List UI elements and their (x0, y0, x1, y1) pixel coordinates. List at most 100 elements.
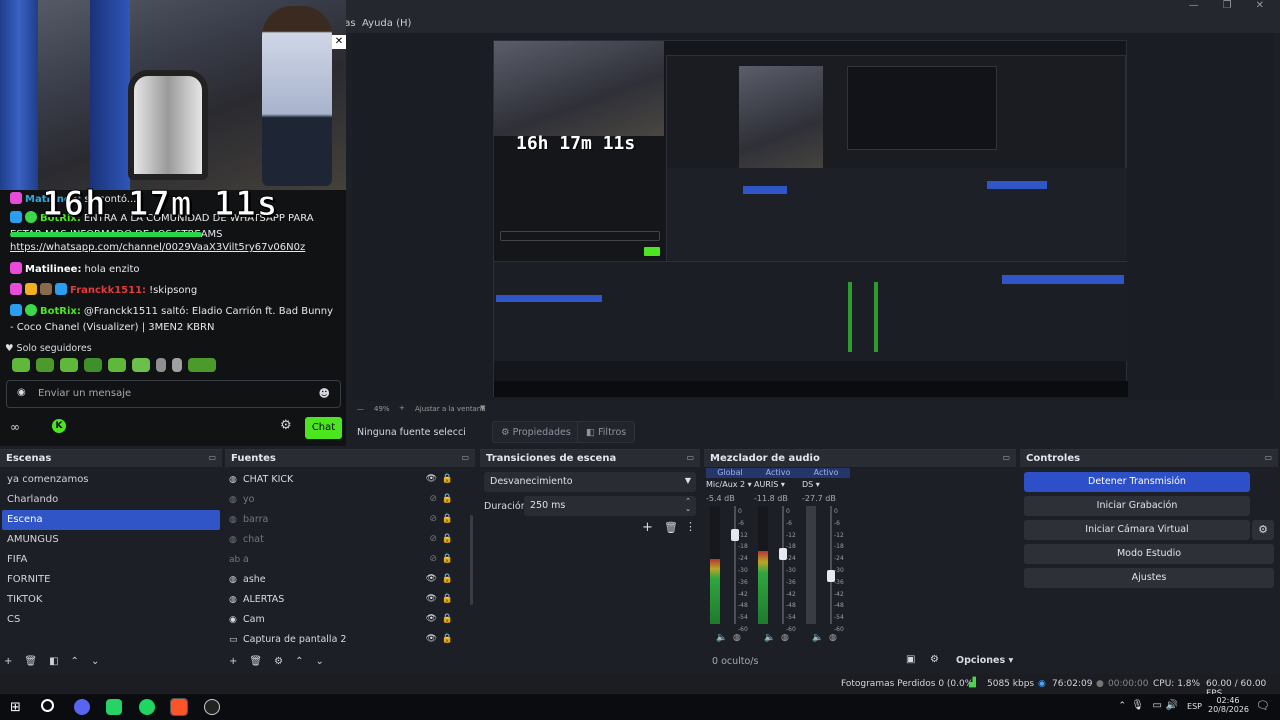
lock-icon[interactable]: 🔒 (442, 494, 453, 504)
emote-bar[interactable] (12, 358, 216, 372)
popout-icon[interactable]: ▭ (1264, 453, 1272, 462)
minimize-icon[interactable]: — (1189, 0, 1199, 14)
search-icon[interactable] (41, 699, 54, 712)
chevron-down-icon[interactable]: ⌄ (91, 656, 99, 667)
volume-fader[interactable] (779, 506, 787, 624)
eye-off-icon[interactable]: ⊘ (429, 494, 437, 504)
close-icon[interactable]: ✕ (332, 35, 346, 49)
source-item[interactable]: ◍ yo ⊘ 🔒 (229, 490, 459, 510)
lock-icon[interactable]: 🔒 (442, 474, 453, 484)
chevron-up-icon[interactable]: ⌃ (295, 656, 303, 667)
language[interactable]: ESP (1187, 702, 1202, 711)
source-item[interactable]: ◍ ashe 👁 🔒 (229, 570, 459, 590)
eye-icon[interactable]: 👁 (426, 614, 437, 624)
layout-icon[interactable]: ▣ (906, 654, 915, 665)
scene-item[interactable]: FIFA (2, 550, 220, 570)
volume-fader[interactable] (731, 506, 739, 624)
add-icon[interactable]: + (229, 656, 237, 667)
smiley-icon[interactable]: ☻ (319, 387, 330, 400)
chat-link[interactable]: https://whatsapp.com/channel/0029VaaX3Vi… (10, 240, 338, 256)
source-item[interactable]: ◍ ALERTAS 👁 🔒 (229, 590, 459, 610)
fit-window-select[interactable]: Ajustar a la ventana (415, 405, 486, 413)
eye-off-icon[interactable]: ⊘ (429, 534, 437, 544)
monitor-icon[interactable]: ◍ (829, 633, 837, 643)
lock-icon[interactable]: 🔒 (442, 514, 453, 524)
start-virtual-camera-button[interactable]: Iniciar Cámara Virtual (1024, 520, 1250, 540)
lock-icon[interactable]: 🔒 (442, 634, 453, 644)
eye-off-icon[interactable]: ⊘ (429, 554, 437, 564)
speaker-muted-icon[interactable]: 🔈 (812, 633, 823, 643)
zoom-in-icon[interactable]: + (399, 404, 405, 412)
scrollbar[interactable] (470, 515, 473, 605)
settings-button[interactable]: Ajustes (1024, 568, 1274, 588)
start-recording-button[interactable]: Iniciar Grabación (1024, 496, 1250, 516)
scene-item[interactable]: FORNITE (2, 570, 220, 590)
source-item[interactable]: ab a ⊘ 🔒 (229, 550, 459, 570)
gear-icon[interactable]: ⚙ (280, 418, 292, 433)
speaker-icon[interactable]: 🔈 (764, 633, 775, 643)
more-options-icon[interactable]: ⋮ (685, 520, 696, 533)
network-icon[interactable]: ▭ (1153, 700, 1162, 711)
monitor-icon[interactable]: ◍ (733, 633, 741, 643)
source-item[interactable]: ◍ chat ⊘ 🔒 (229, 530, 459, 550)
lock-icon[interactable]: 🔒 (442, 614, 453, 624)
spin-arrows-icon[interactable]: ⌃ ⌄ (685, 497, 691, 513)
stop-stream-button[interactable]: Detener Transmisión (1024, 472, 1250, 492)
eye-icon[interactable]: 👁 (426, 474, 437, 484)
studio-mode-button[interactable]: Modo Estudio (1024, 544, 1274, 564)
eye-off-icon[interactable]: ⊘ (429, 514, 437, 524)
zoom-out-icon[interactable]: — (357, 405, 364, 413)
eye-icon[interactable]: 👁 (426, 634, 437, 644)
source-item[interactable]: ◍ barra ⊘ 🔒 (229, 510, 459, 530)
eye-icon[interactable]: 👁 (426, 594, 437, 604)
gear-icon[interactable]: ⚙ (274, 656, 283, 667)
volume-icon[interactable]: 🔊 (1166, 700, 1178, 711)
chevron-down-icon[interactable]: ▼ (480, 404, 485, 412)
duration-spinbox[interactable]: 250 ms ⌃ ⌄ (524, 496, 696, 516)
obs-icon[interactable] (204, 699, 220, 715)
volume-fader[interactable] (827, 506, 835, 624)
discord-icon[interactable] (74, 699, 90, 715)
monitor-icon[interactable]: ◍ (781, 633, 789, 643)
popout-icon[interactable]: ▭ (461, 453, 469, 462)
vcam-settings-button[interactable]: ⚙ (1252, 520, 1274, 540)
clock[interactable]: 02:46 20/8/2026 (1208, 696, 1249, 714)
close-icon[interactable]: ✕ (1256, 0, 1264, 14)
chat-input[interactable]: ◉ Enviar un mensaje ☻ (6, 380, 341, 408)
mic-icon[interactable]: 🎙 (1131, 700, 1144, 711)
source-item[interactable]: ▭ Captura de pantalla 2 👁 🔒 (229, 630, 459, 650)
chat-send-button[interactable]: Chat (305, 417, 342, 439)
lock-icon[interactable]: 🔒 (442, 554, 453, 564)
filters-button[interactable]: ◧ Filtros (577, 421, 636, 443)
lock-icon[interactable]: 🔒 (442, 574, 453, 584)
popout-icon[interactable]: ▭ (208, 453, 216, 462)
maximize-icon[interactable]: ❐ (1223, 0, 1232, 14)
trash-icon[interactable]: 🗑 (249, 656, 262, 667)
scene-item[interactable]: Charlando (2, 490, 220, 510)
spotify-icon[interactable] (139, 699, 155, 715)
whatsapp-icon[interactable] (106, 699, 122, 715)
scene-item[interactable]: Escena (2, 510, 220, 530)
notifications-icon[interactable]: 🗨 (1256, 699, 1270, 712)
menu-ayuda[interactable]: Ayuda (H) (362, 18, 411, 29)
advanced-audio-icon[interactable]: ⚙ (930, 654, 939, 665)
source-item[interactable]: ◍ CHAT KICK 👁 🔒 (229, 470, 459, 490)
emoji-picker-icon[interactable]: ◉ (17, 387, 26, 398)
windows-start-icon[interactable]: ⊞ (10, 700, 21, 715)
channel-name[interactable]: DS ▾ (802, 480, 850, 492)
channel-name[interactable]: AURIS ▾ (754, 480, 802, 492)
mixer-options-button[interactable]: Opciones ▾ (956, 655, 1013, 666)
brave-icon[interactable] (170, 698, 188, 716)
tray-up-icon[interactable]: ⌃ (1118, 701, 1126, 711)
source-item[interactable]: ◉ Cam 👁 🔒 (229, 610, 459, 630)
popout-icon[interactable]: ▭ (1002, 453, 1010, 462)
scene-item[interactable]: TIKTOK (2, 590, 220, 610)
transition-select[interactable]: Desvanecimiento ▼ (484, 472, 696, 492)
chevron-down-icon[interactable]: ⌄ (315, 656, 323, 667)
lock-icon[interactable]: 🔒 (442, 534, 453, 544)
popout-icon[interactable]: ▭ (686, 453, 694, 462)
add-icon[interactable]: + (642, 520, 653, 535)
speaker-icon[interactable]: 🔈 (716, 633, 727, 643)
scene-item[interactable]: CS (2, 610, 220, 630)
eye-icon[interactable]: 👁 (426, 574, 437, 584)
